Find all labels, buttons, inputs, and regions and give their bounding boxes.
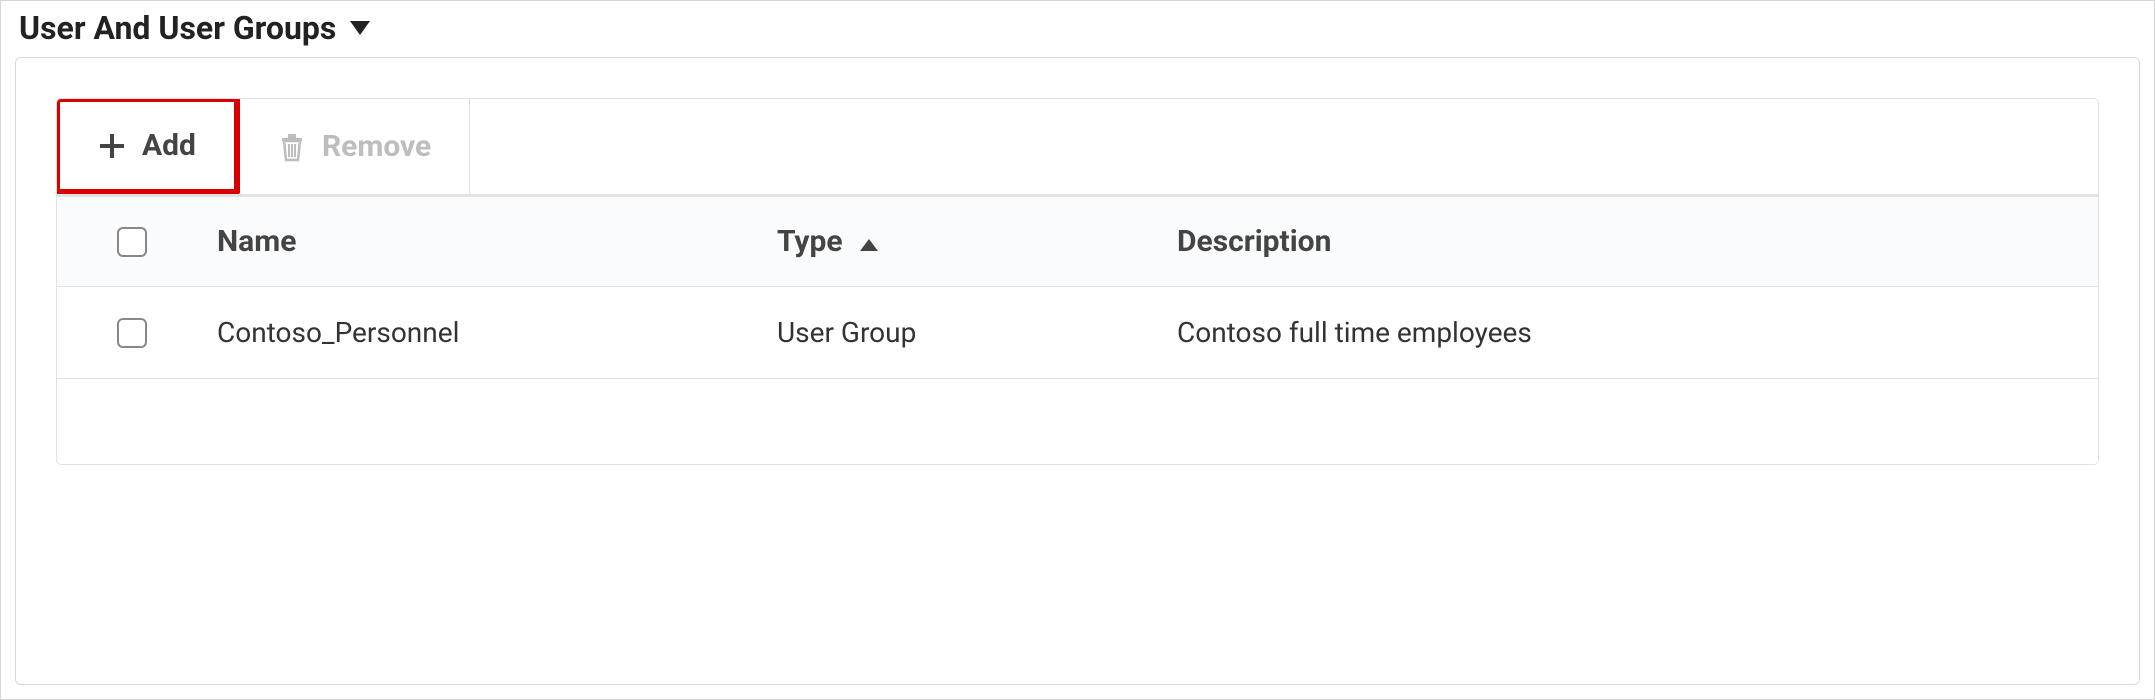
header-checkbox-cell bbox=[57, 227, 207, 257]
column-header-name[interactable]: Name bbox=[207, 224, 767, 259]
trash-icon bbox=[278, 132, 306, 162]
plus-icon bbox=[98, 132, 126, 160]
table-row[interactable]: Contoso_Personnel User Group Contoso ful… bbox=[56, 287, 2099, 379]
cell-type: User Group bbox=[767, 316, 1167, 349]
panel: Add Remove bbox=[15, 57, 2140, 685]
column-header-name-label: Name bbox=[217, 224, 296, 259]
column-header-type-label: Type bbox=[777, 224, 843, 259]
caret-down-icon bbox=[350, 21, 370, 35]
remove-button-label: Remove bbox=[322, 129, 431, 164]
column-header-description[interactable]: Description bbox=[1167, 224, 2098, 259]
row-checkbox[interactable] bbox=[117, 318, 147, 348]
select-all-checkbox[interactable] bbox=[117, 227, 147, 257]
table-header-row: Name Type Description bbox=[56, 195, 2099, 287]
add-button-label: Add bbox=[142, 128, 196, 163]
toolbar: Add Remove bbox=[56, 98, 2099, 195]
column-header-description-label: Description bbox=[1177, 224, 1331, 259]
sort-asc-icon bbox=[860, 239, 878, 251]
table-empty-space bbox=[56, 379, 2099, 465]
cell-name: Contoso_Personnel bbox=[207, 316, 767, 349]
cell-description: Contoso full time employees bbox=[1167, 316, 2098, 349]
column-header-type[interactable]: Type bbox=[767, 224, 1167, 259]
add-button[interactable]: Add bbox=[56, 98, 240, 195]
remove-button: Remove bbox=[240, 99, 470, 194]
section-title: User And User Groups bbox=[19, 9, 336, 47]
page-outer: User And User Groups Add bbox=[0, 0, 2155, 700]
section-header[interactable]: User And User Groups bbox=[1, 1, 2154, 51]
row-checkbox-cell bbox=[57, 318, 207, 348]
